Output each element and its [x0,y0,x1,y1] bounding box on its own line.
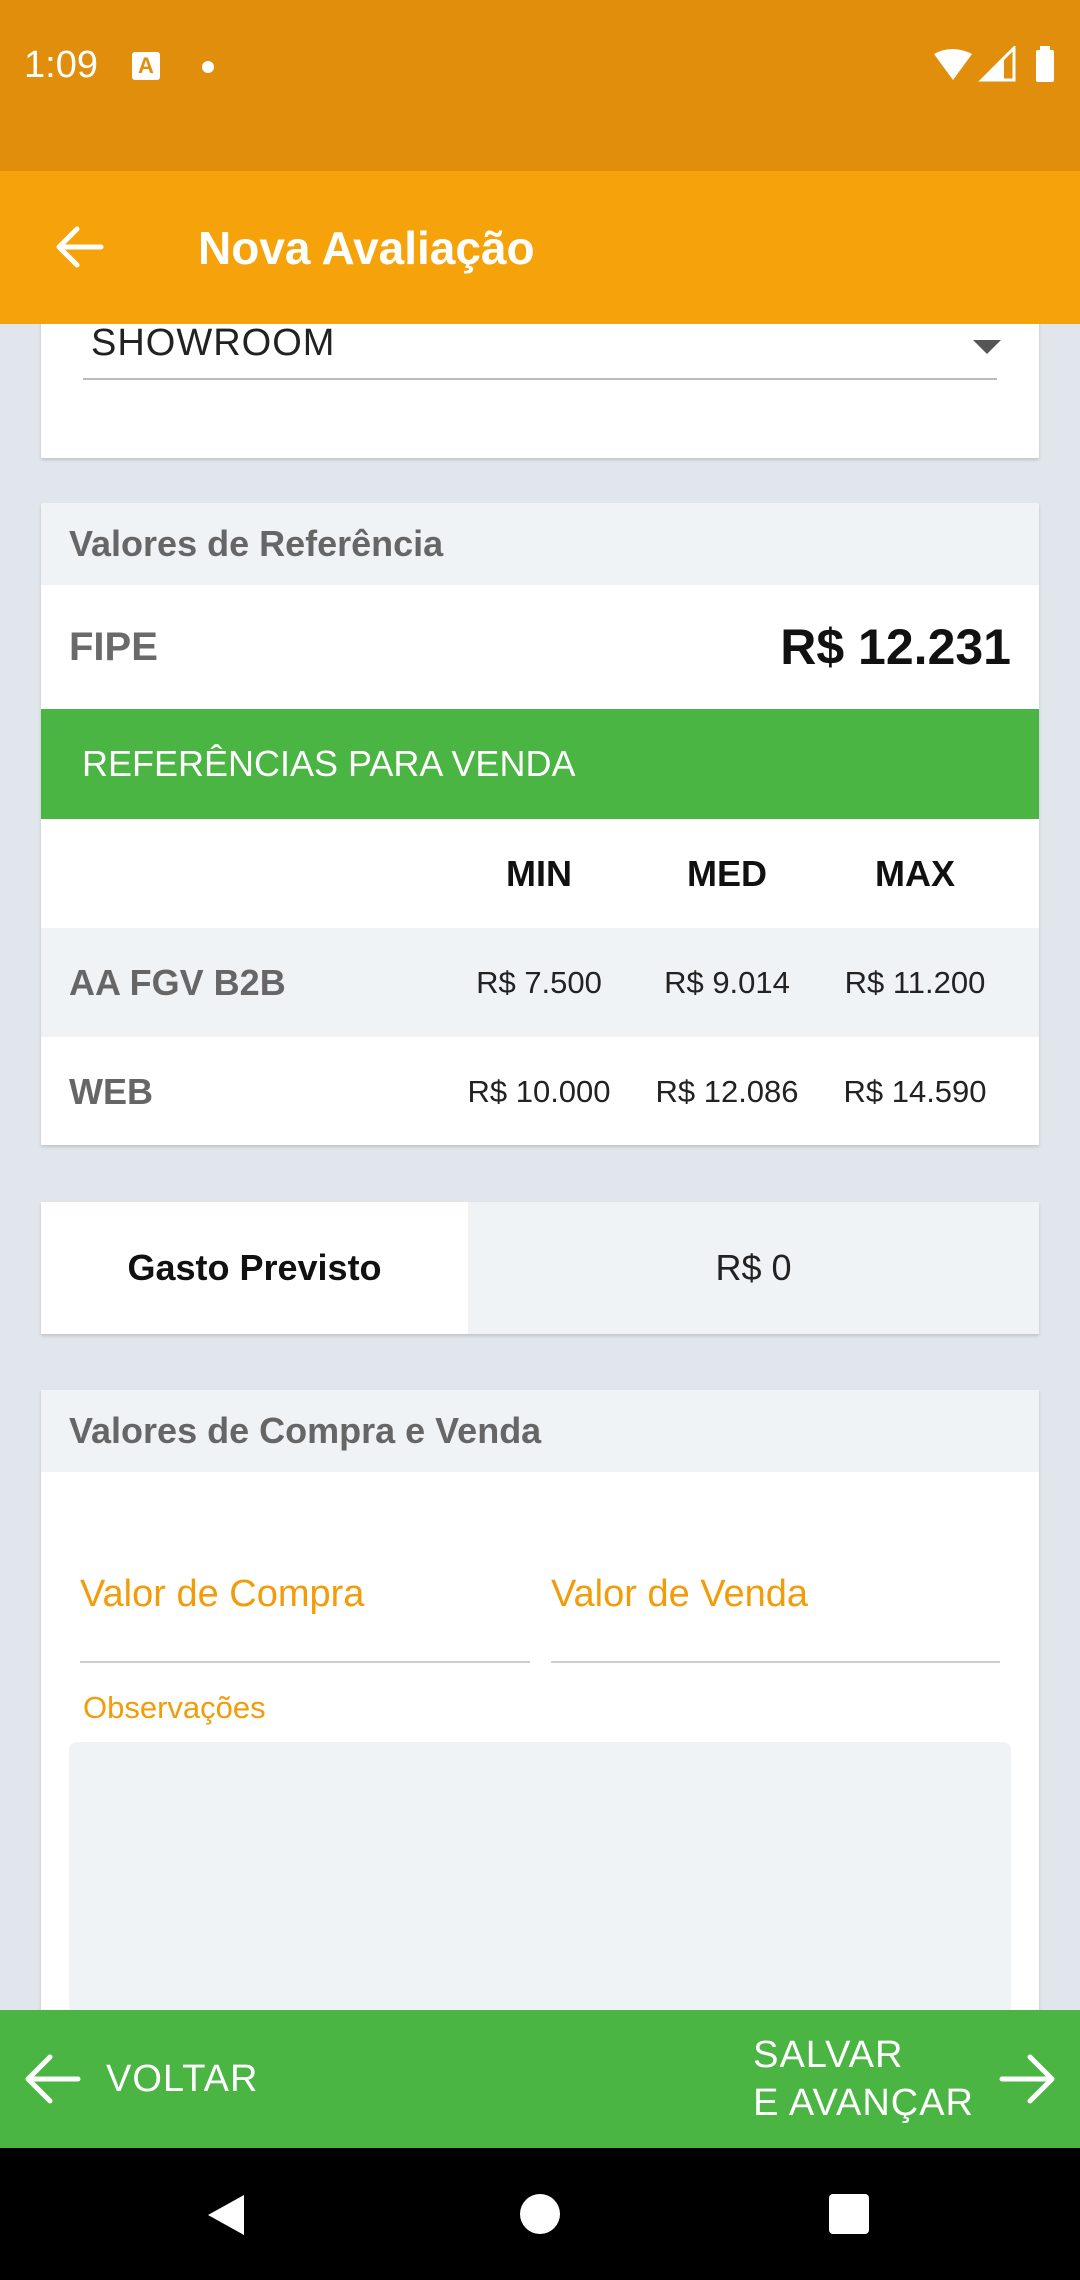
status-bar: 1:09 A [0,0,1080,171]
buy-sell-values-header: Valores de Compra e Venda [41,1390,1039,1472]
save-and-next-button[interactable]: SALVAR E AVANÇAR [753,2010,1058,2148]
column-min: MIN [506,852,572,894]
form-content[interactable]: SHOWROOM Valores de Referência FIPE R$ 1… [0,324,1080,2010]
reference-values-header: Valores de Referência [41,503,1039,585]
column-med: MED [687,852,767,894]
table-row: AA FGV B2B R$ 7.500 R$ 9.014 R$ 11.200 [41,928,1039,1037]
sale-references-banner: REFERÊNCIAS PARA VENDA [41,709,1039,819]
caret-down-icon[interactable] [973,340,1001,354]
notification-a-icon: A [132,52,160,80]
app-bar: Nova Avaliação [0,171,1080,324]
column-max: MAX [875,852,955,894]
circle-home-icon[interactable] [520,2194,560,2234]
expected-cost-value: R$ 0 [468,1202,1039,1334]
row-max: R$ 11.200 [844,964,986,1000]
status-time: 1:09 [24,44,98,86]
reference-values-card: Valores de Referência FIPE R$ 12.231 REF… [41,503,1039,1145]
arrow-right-icon [999,2054,1055,2104]
arrow-left-icon [25,2054,81,2104]
status-icons [930,44,1060,86]
row-min: R$ 10.000 [467,1073,611,1109]
system-nav-bar [0,2148,1080,2280]
buy-sell-values-card: Valores de Compra e Venda Valor de Compr… [41,1390,1039,2010]
back-button[interactable] [40,207,120,287]
back-step-label: VOLTAR [106,2057,259,2100]
fipe-value: R$ 12.231 [780,619,1011,675]
observations-textarea[interactable] [69,1742,1011,2010]
expected-cost-card: Gasto Previsto R$ 0 [41,1202,1039,1334]
row-label: AA FGV B2B [69,961,286,1003]
showroom-card: SHOWROOM [41,324,1039,458]
observations-label: Observações [83,1690,266,1725]
sale-value-input[interactable]: Valor de Venda [551,1571,1000,1663]
fipe-row: FIPE R$ 12.231 [41,585,1039,709]
triangle-back-icon[interactable] [206,2193,246,2237]
arrow-left-icon [56,226,104,268]
row-label: WEB [69,1070,153,1112]
table-header: MIN MED MAX [41,819,1039,928]
fipe-label: FIPE [69,624,158,669]
back-step-button[interactable]: VOLTAR [22,2010,258,2148]
showroom-select-value[interactable]: SHOWROOM [91,324,335,365]
table-row: WEB R$ 10.000 R$ 12.086 R$ 14.590 [41,1037,1039,1146]
row-med: R$ 12.086 [655,1073,799,1109]
save-label-line2: E AVANÇAR [753,2082,974,2124]
signal-icon [978,44,1016,82]
row-med: R$ 9.014 [664,964,790,1000]
purchase-value-input[interactable]: Valor de Compra [80,1571,530,1663]
square-recents-icon[interactable] [829,2194,869,2234]
notification-dot-icon [202,61,214,73]
save-and-next-label: SALVAR E AVANÇAR [753,2031,974,2127]
row-max: R$ 14.590 [843,1073,987,1109]
select-underline [83,378,997,380]
save-label-line1: SALVAR [753,2034,904,2076]
expected-cost-label: Gasto Previsto [127,1247,382,1288]
row-min: R$ 7.500 [476,964,602,1000]
battery-icon [1036,46,1054,82]
bottom-action-bar: VOLTAR SALVAR E AVANÇAR [0,2010,1080,2148]
wifi-icon [934,49,972,80]
page-title: Nova Avaliação [198,222,535,274]
